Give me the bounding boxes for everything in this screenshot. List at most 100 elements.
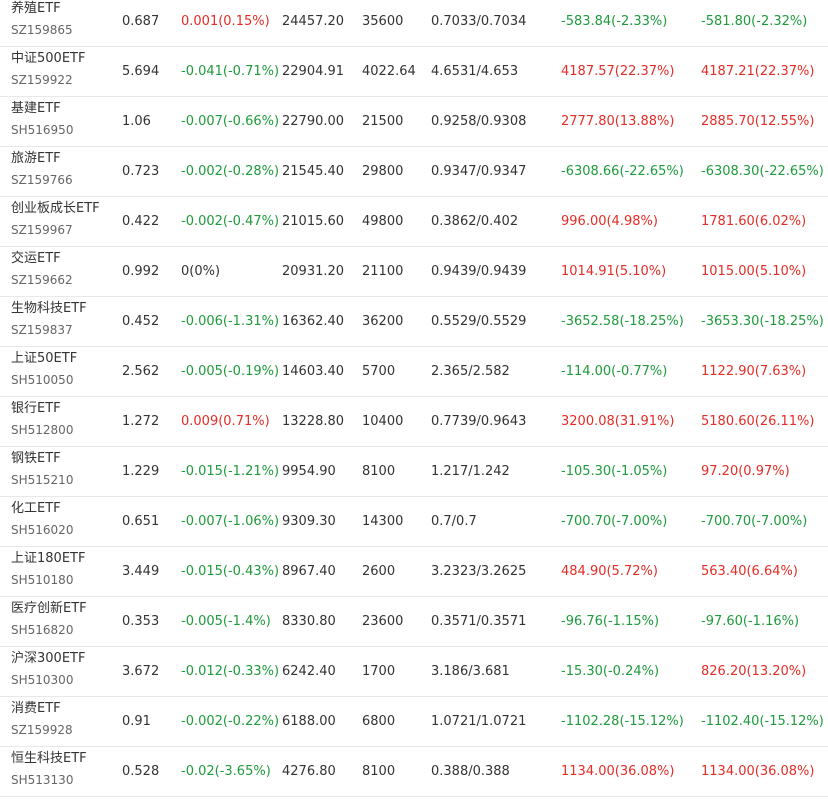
- etf-code: SZ159928: [11, 723, 73, 737]
- etf-code: SH516950: [11, 123, 74, 137]
- cost-price: 4.6531/4.653: [431, 64, 519, 79]
- etf-name-cell[interactable]: 化工ETF SH516020: [11, 500, 73, 539]
- latest-price: 0.687: [122, 14, 160, 29]
- etf-name[interactable]: 恒生科技ETF: [11, 750, 87, 768]
- table-row[interactable]: 上证50ETF SH510050 2.562 -0.005(-0.19%) 14603.…: [0, 347, 828, 397]
- etf-name-cell[interactable]: 生物科技ETF SZ159837: [11, 300, 87, 339]
- table-row[interactable]: 养殖ETF SZ159865 0.687 0.001(0.15%) 24457.20 35…: [0, 0, 828, 47]
- profit-loss-2: 97.20(0.97%): [701, 464, 790, 479]
- price-change: -0.006(-1.31%): [181, 314, 280, 329]
- etf-name-cell[interactable]: 中证500ETF SZ159922: [11, 50, 85, 89]
- etf-name-cell[interactable]: 基建ETF SH516950: [11, 100, 73, 139]
- price-change: 0.001(0.15%): [181, 14, 270, 29]
- latest-price: 3.449: [122, 564, 160, 579]
- holding-shares: 23600: [362, 614, 404, 629]
- table-row[interactable]: 交运ETF SZ159662 0.992 0(0%) 20931.20 21100 0.94…: [0, 247, 828, 297]
- table-row[interactable]: 钢铁ETF SH515210 1.229 -0.015(-1.21%) 9954.90 8…: [0, 447, 828, 497]
- etf-name[interactable]: 基建ETF: [11, 100, 73, 118]
- profit-loss-1: 996.00(4.98%): [561, 214, 658, 229]
- profit-loss-1: 3200.08(31.91%): [561, 414, 675, 429]
- price-change: -0.012(-0.33%): [181, 664, 280, 679]
- etf-name-cell[interactable]: 钢铁ETF SH515210: [11, 450, 73, 489]
- latest-price: 0.91: [122, 714, 151, 729]
- etf-code: SH515210: [11, 473, 74, 487]
- profit-loss-1: 484.90(5.72%): [561, 564, 658, 579]
- etf-name[interactable]: 消费ETF: [11, 700, 73, 718]
- profit-loss-2: -97.60(-1.16%): [701, 614, 800, 629]
- etf-name[interactable]: 上证180ETF: [11, 550, 85, 568]
- table-row[interactable]: 中证500ETF SZ159922 5.694 -0.041(-0.71%) 22904…: [0, 47, 828, 97]
- holding-value: 8330.80: [282, 614, 336, 629]
- holding-value: 4276.80: [282, 764, 336, 779]
- latest-price: 3.672: [122, 664, 160, 679]
- etf-name[interactable]: 养殖ETF: [11, 0, 73, 18]
- etf-code: SH510180: [11, 573, 74, 587]
- profit-loss-1: 4187.57(22.37%): [561, 64, 675, 79]
- etf-name[interactable]: 旅游ETF: [11, 150, 73, 168]
- etf-name-cell[interactable]: 医疗创新ETF SH516820: [11, 600, 87, 639]
- etf-name-cell[interactable]: 沪深300ETF SH510300: [11, 650, 85, 689]
- etf-name[interactable]: 沪深300ETF: [11, 650, 85, 668]
- etf-name-cell[interactable]: 恒生科技ETF SH513130: [11, 750, 87, 789]
- holding-shares: 29800: [362, 164, 404, 179]
- profit-loss-2: -6308.30(-22.65%): [701, 164, 824, 179]
- table-row[interactable]: 创业板成长ETF SZ159967 0.422 -0.002(-0.47%) 21015…: [0, 197, 828, 247]
- etf-name[interactable]: 中证500ETF: [11, 50, 85, 68]
- etf-name-cell[interactable]: 创业板成长ETF SZ159967: [11, 200, 100, 239]
- table-row[interactable]: 旅游ETF SZ159766 0.723 -0.002(-0.28%) 21545.40…: [0, 147, 828, 197]
- etf-name[interactable]: 交运ETF: [11, 250, 73, 268]
- etf-name[interactable]: 创业板成长ETF: [11, 200, 100, 218]
- holding-value: 14603.40: [282, 364, 345, 379]
- holding-shares: 10400: [362, 414, 404, 429]
- etf-name-cell[interactable]: 消费ETF SZ159928: [11, 700, 73, 739]
- etf-code: SH510050: [11, 373, 74, 387]
- price-change: -0.002(-0.28%): [181, 164, 280, 179]
- etf-code: SH513130: [11, 773, 74, 787]
- etf-name[interactable]: 医疗创新ETF: [11, 600, 87, 618]
- holding-shares: 14300: [362, 514, 404, 529]
- holding-shares: 8100: [362, 764, 396, 779]
- table-row[interactable]: 沪深300ETF SH510300 3.672 -0.012(-0.33%) 6242.…: [0, 647, 828, 697]
- etf-name[interactable]: 银行ETF: [11, 400, 73, 418]
- holding-value: 20931.20: [282, 264, 345, 279]
- etf-name[interactable]: 生物科技ETF: [11, 300, 87, 318]
- price-change: -0.041(-0.71%): [181, 64, 280, 79]
- price-change: -0.002(-0.22%): [181, 714, 280, 729]
- table-row[interactable]: 消费ETF SZ159928 0.91 -0.002(-0.22%) 6188.00 68…: [0, 697, 828, 747]
- holding-value: 24457.20: [282, 14, 345, 29]
- etf-name[interactable]: 上证50ETF: [11, 350, 77, 368]
- profit-loss-2: 1015.00(5.10%): [701, 264, 807, 279]
- etf-code: SZ159865: [11, 23, 73, 37]
- etf-code: SZ159967: [11, 223, 73, 237]
- table-row[interactable]: 基建ETF SH516950 1.06 -0.007(-0.66%) 22790.00 2…: [0, 97, 828, 147]
- holding-value: 8967.40: [282, 564, 336, 579]
- price-change: 0.009(0.71%): [181, 414, 270, 429]
- cost-price: 0.9347/0.9347: [431, 164, 527, 179]
- table-row[interactable]: 银行ETF SH512800 1.272 0.009(0.71%) 13228.80 10…: [0, 397, 828, 447]
- etf-name-cell[interactable]: 养殖ETF SZ159865: [11, 0, 73, 39]
- table-row[interactable]: 上证180ETF SH510180 3.449 -0.015(-0.43%) 8967.…: [0, 547, 828, 597]
- cost-price: 1.217/1.242: [431, 464, 510, 479]
- profit-loss-1: -105.30(-1.05%): [561, 464, 668, 479]
- holding-value: 22790.00: [282, 114, 345, 129]
- latest-price: 2.562: [122, 364, 160, 379]
- etf-name-cell[interactable]: 上证180ETF SH510180: [11, 550, 85, 589]
- table-row[interactable]: 恒生科技ETF SH513130 0.528 -0.02(-3.65%) 4276.80…: [0, 747, 828, 797]
- table-row[interactable]: 生物科技ETF SZ159837 0.452 -0.006(-1.31%) 16362.…: [0, 297, 828, 347]
- etf-name-cell[interactable]: 旅游ETF SZ159766: [11, 150, 73, 189]
- etf-name[interactable]: 化工ETF: [11, 500, 73, 518]
- table-row[interactable]: 化工ETF SH516020 0.651 -0.007(-1.06%) 9309.30 1…: [0, 497, 828, 547]
- etf-name-cell[interactable]: 银行ETF SH512800: [11, 400, 73, 439]
- table-row[interactable]: 医疗创新ETF SH516820 0.353 -0.005(-1.4%) 8330.80…: [0, 597, 828, 647]
- etf-name-cell[interactable]: 上证50ETF SH510050: [11, 350, 77, 389]
- cost-price: 3.186/3.681: [431, 664, 510, 679]
- etf-name[interactable]: 钢铁ETF: [11, 450, 73, 468]
- etf-name-cell[interactable]: 交运ETF SZ159662: [11, 250, 73, 289]
- cost-price: 1.0721/1.0721: [431, 714, 527, 729]
- holding-shares: 1700: [362, 664, 396, 679]
- holding-shares: 21500: [362, 114, 404, 129]
- latest-price: 1.272: [122, 414, 160, 429]
- etf-code: SH516820: [11, 623, 74, 637]
- holding-value: 9309.30: [282, 514, 336, 529]
- holding-value: 6242.40: [282, 664, 336, 679]
